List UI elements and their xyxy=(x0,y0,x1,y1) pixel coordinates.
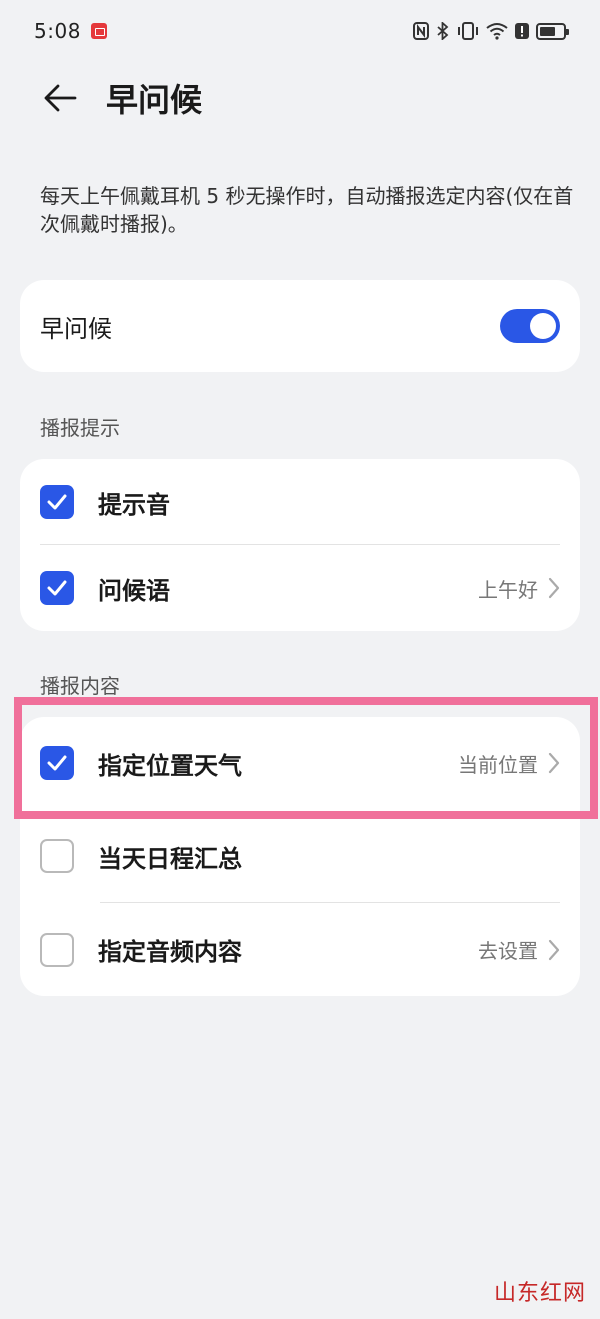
arrow-left-icon xyxy=(44,84,77,112)
feature-description: 每天上午佩戴耳机 5 秒无操作时，自动播报选定内容(仅在首次佩戴时播报)。 xyxy=(40,184,574,236)
audio-content-label: 指定音频内容 xyxy=(98,938,242,966)
content-card: 指定位置天气 当前位置 当天日程汇总 指定音频内容 去设置 xyxy=(20,717,580,996)
main-toggle-label: 早问候 xyxy=(40,314,112,343)
back-button[interactable] xyxy=(40,78,80,118)
list-item-daily-schedule[interactable]: 当天日程汇总 xyxy=(20,809,580,903)
page-title: 早问候 xyxy=(106,81,203,119)
status-bar: 5:08 xyxy=(0,0,600,62)
location-weather-label: 指定位置天气 xyxy=(98,751,242,780)
location-weather-value[interactable]: 当前位置 xyxy=(458,749,560,778)
greeting-checkbox[interactable] xyxy=(40,571,74,605)
greeting-value-text: 上午好 xyxy=(478,577,538,602)
wifi-icon xyxy=(486,23,508,40)
battery-icon xyxy=(536,22,569,40)
toggle-knob xyxy=(530,313,556,339)
status-time: 5:08 xyxy=(34,19,81,43)
location-weather-value-text: 当前位置 xyxy=(458,752,538,777)
section-title-content: 播报内容 xyxy=(40,674,120,698)
header: 早问候 xyxy=(0,70,600,126)
chevron-right-icon xyxy=(548,939,560,960)
audio-content-checkbox[interactable] xyxy=(40,932,74,967)
section-title-prompt: 播报提示 xyxy=(40,416,120,440)
nfc-icon xyxy=(413,22,429,40)
prompt-sound-checkbox[interactable] xyxy=(40,485,74,519)
prompt-card: 提示音 问候语 上午好 xyxy=(20,459,580,631)
audio-content-value[interactable]: 去设置 xyxy=(478,935,560,964)
greeting-value[interactable]: 上午好 xyxy=(478,574,560,603)
prompt-sound-label: 提示音 xyxy=(98,490,170,519)
chevron-right-icon xyxy=(548,752,560,774)
list-item-prompt-sound[interactable]: 提示音 xyxy=(20,459,580,545)
status-icons xyxy=(413,22,569,40)
list-item-location-weather[interactable]: 指定位置天气 当前位置 xyxy=(20,717,580,809)
list-item-greeting[interactable]: 问候语 上午好 xyxy=(20,545,580,631)
check-icon xyxy=(47,755,67,771)
watermark: 山东红网 xyxy=(493,1281,586,1306)
chevron-right-icon xyxy=(548,577,560,599)
notification-app-icon xyxy=(90,23,107,39)
daily-schedule-checkbox[interactable] xyxy=(40,839,74,873)
greeting-label: 问候语 xyxy=(98,576,170,605)
audio-content-value-text: 去设置 xyxy=(478,939,538,963)
check-icon xyxy=(47,580,67,596)
main-toggle-row[interactable]: 早问候 xyxy=(20,280,580,372)
check-icon xyxy=(47,494,67,510)
main-toggle-switch[interactable] xyxy=(500,309,560,343)
daily-schedule-label: 当天日程汇总 xyxy=(98,844,242,873)
bluetooth-icon xyxy=(437,22,449,40)
location-weather-checkbox[interactable] xyxy=(40,746,74,780)
list-item-audio-content[interactable]: 指定音频内容 去设置 xyxy=(20,903,580,996)
main-toggle-card: 早问候 xyxy=(20,280,580,372)
vibrate-icon xyxy=(458,22,478,40)
alert-icon xyxy=(515,23,529,39)
